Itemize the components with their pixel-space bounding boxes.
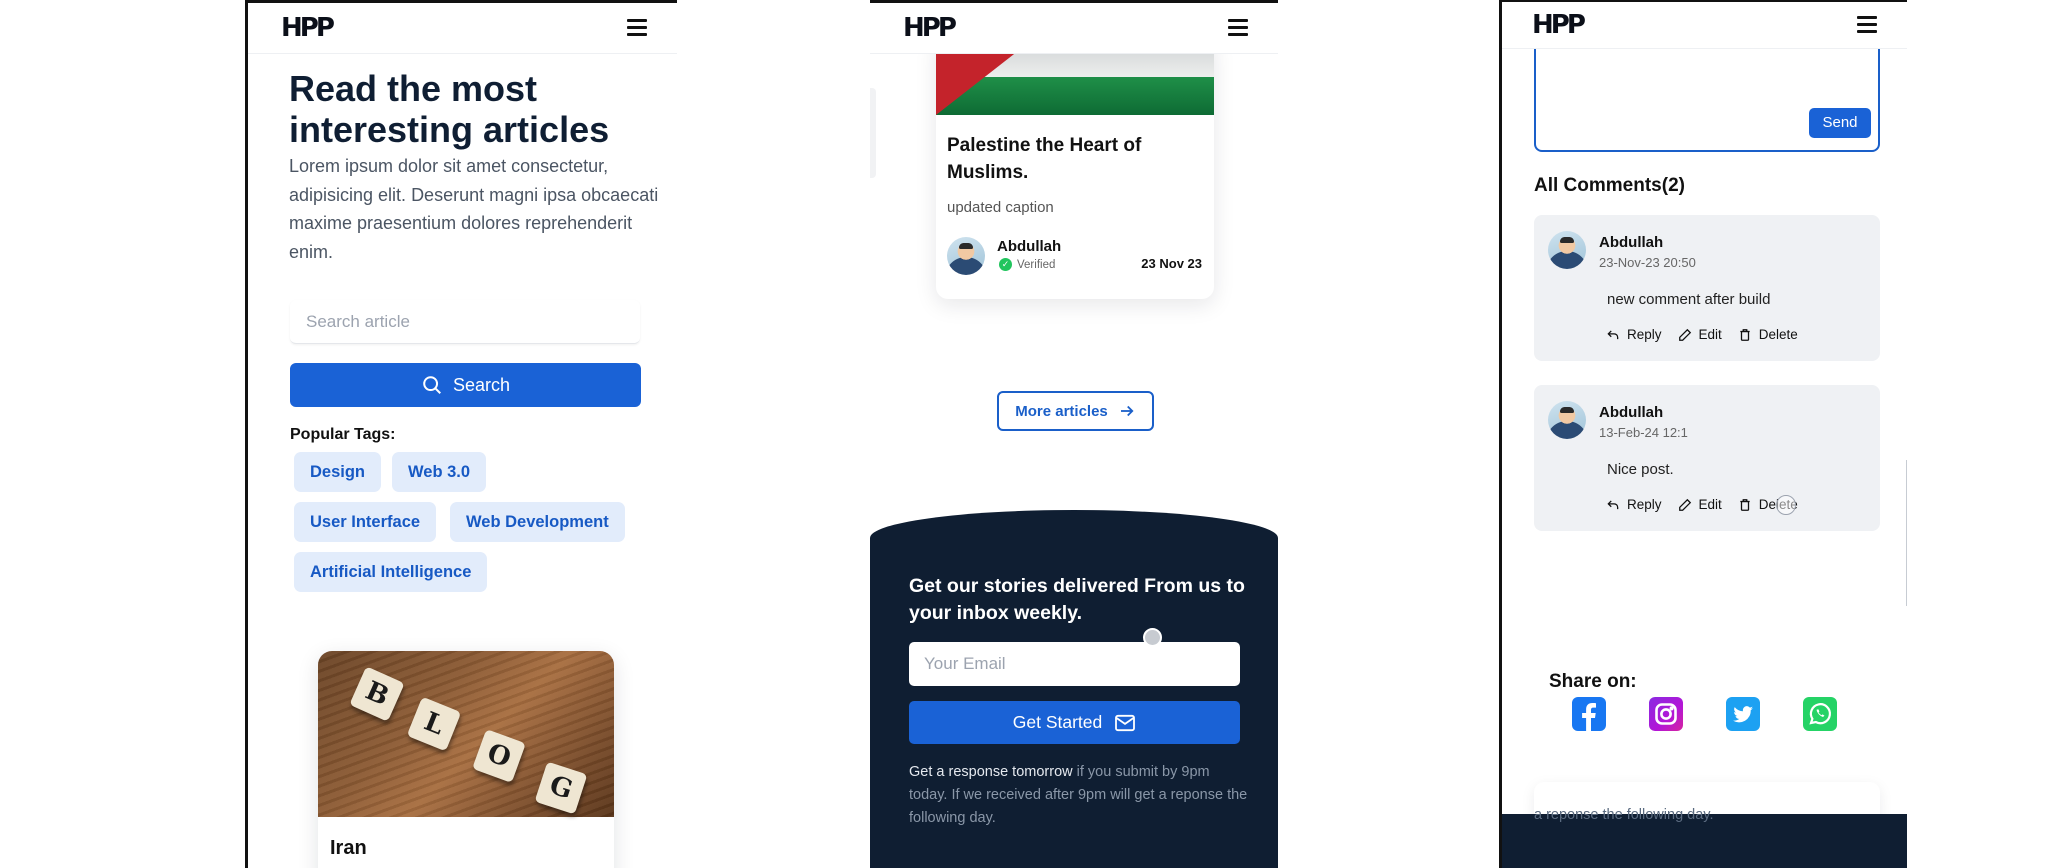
comment-date: 13-Feb-24 12:1 <box>1599 425 1688 440</box>
logo[interactable]: HPP <box>903 13 957 43</box>
delete-button[interactable]: Delete <box>1738 327 1798 342</box>
comment-date: 23-Nov-23 20:50 <box>1599 255 1696 270</box>
comment-author: Abdullah <box>1599 234 1664 251</box>
tag-user-interface[interactable]: User Interface <box>294 502 437 542</box>
hamburger-menu-icon[interactable] <box>1857 16 1877 33</box>
reply-icon <box>1607 329 1619 339</box>
hamburger-menu-icon[interactable] <box>627 19 647 36</box>
more-articles-label: More articles <box>1015 402 1108 420</box>
screen-home: HPP Read the most interesting articles L… <box>245 0 677 868</box>
verified-badge: ✓ Verified <box>999 258 1055 271</box>
all-comments-title: All Comments(2) <box>1534 175 1685 196</box>
twitter-icon[interactable] <box>1726 697 1760 731</box>
search-icon <box>423 376 441 394</box>
instagram-icon[interactable] <box>1649 697 1683 731</box>
comment-item: Abdullah 13-Feb-24 12:1 Nice post. Reply… <box>1534 385 1880 531</box>
edit-label: Edit <box>1698 497 1722 512</box>
trash-icon <box>1740 498 1750 511</box>
hamburger-menu-icon[interactable] <box>1228 19 1248 36</box>
article-image <box>936 51 1214 115</box>
send-button[interactable]: Send <box>1809 108 1871 138</box>
hero-title: Read the most interesting articles <box>289 68 610 150</box>
edit-label: Edit <box>1698 327 1722 342</box>
screen-articles: Palestine the Heart of Muslims. updated … <box>870 0 1278 868</box>
check-icon: ✓ <box>999 258 1012 271</box>
navbar: HPP <box>1502 2 1907 49</box>
article-image: B L O G <box>318 651 614 817</box>
article-card[interactable]: Palestine the Heart of Muslims. updated … <box>936 33 1214 299</box>
logo[interactable]: HPP <box>1532 10 1586 40</box>
get-started-label: Get Started <box>1012 712 1103 732</box>
pencil-icon <box>1678 498 1691 511</box>
search-button[interactable]: Search <box>290 363 641 407</box>
hero-subtitle: Lorem ipsum dolor sit amet consectetur, … <box>289 156 659 262</box>
delete-button[interactable]: Delete <box>1738 495 1798 515</box>
tag-design[interactable]: Design <box>294 452 382 492</box>
trash-icon <box>1740 328 1750 341</box>
edit-button[interactable]: Edit <box>1678 327 1722 342</box>
mail-icon <box>1115 714 1136 731</box>
reply-label: Reply <box>1627 497 1662 512</box>
tag-artificial-intelligence[interactable]: Artificial Intelligence <box>294 552 488 592</box>
whatsapp-icon[interactable] <box>1803 697 1837 731</box>
navbar: HPP <box>870 3 1278 54</box>
footer-note: a reponse the following day. <box>1534 807 1714 823</box>
author-name: Abdullah <box>997 238 1062 255</box>
screen-comments: Send HPP All Comments(2) Abdullah 23-Nov… <box>1499 0 1907 868</box>
pencil-icon <box>1678 328 1691 341</box>
logo[interactable]: HPP <box>281 13 335 43</box>
avatar <box>947 237 985 275</box>
touch-cursor <box>1775 495 1796 515</box>
reply-icon <box>1607 499 1619 509</box>
article-card[interactable]: B L O G Iran <box>318 651 614 868</box>
comment-text: Nice post. <box>1607 461 1674 478</box>
comment-item: Abdullah 23-Nov-23 20:50 new comment aft… <box>1534 215 1880 361</box>
search-button-label: Search <box>452 374 511 395</box>
share-label: Share on: <box>1549 671 1637 692</box>
search-input[interactable] <box>290 300 640 344</box>
scrollbar[interactable] <box>1906 460 1907 606</box>
facebook-icon[interactable] <box>1572 697 1606 731</box>
arrow-right-icon <box>1120 405 1134 417</box>
article-title[interactable]: Palestine the Heart of Muslims. <box>947 132 1177 186</box>
popular-tags-label: Popular Tags: <box>290 426 396 443</box>
newsletter-note-highlight: Get a response tomorrow <box>909 764 1073 780</box>
reply-label: Reply <box>1627 327 1662 342</box>
article-title[interactable]: Iran <box>330 837 367 860</box>
comment-text: new comment after build <box>1607 291 1771 308</box>
reply-button[interactable]: Reply <box>1606 327 1662 342</box>
email-input[interactable] <box>909 642 1240 686</box>
avatar <box>1548 231 1586 269</box>
more-articles-button[interactable]: More articles <box>997 391 1154 431</box>
tag-web-development[interactable]: Web Development <box>450 502 625 542</box>
reply-button[interactable]: Reply <box>1606 497 1662 512</box>
newsletter-title: Get our stories delivered From us to you… <box>909 575 1245 624</box>
edit-button[interactable]: Edit <box>1678 497 1722 512</box>
touch-cursor <box>1143 628 1162 647</box>
tag-web3[interactable]: Web 3.0 <box>392 452 487 492</box>
verified-label: Verified <box>1017 258 1056 271</box>
get-started-button[interactable]: Get Started <box>909 701 1240 744</box>
article-date: 23 Nov 23 <box>1141 256 1202 271</box>
scroll-edge <box>870 88 876 178</box>
article-caption: updated caption <box>947 199 1054 216</box>
navbar: HPP <box>248 3 677 54</box>
avatar <box>1548 401 1586 439</box>
newsletter-note: Get a response tomorrow if you submit by… <box>909 761 1249 830</box>
delete-label: Delete <box>1758 327 1798 342</box>
comment-author: Abdullah <box>1599 404 1664 421</box>
